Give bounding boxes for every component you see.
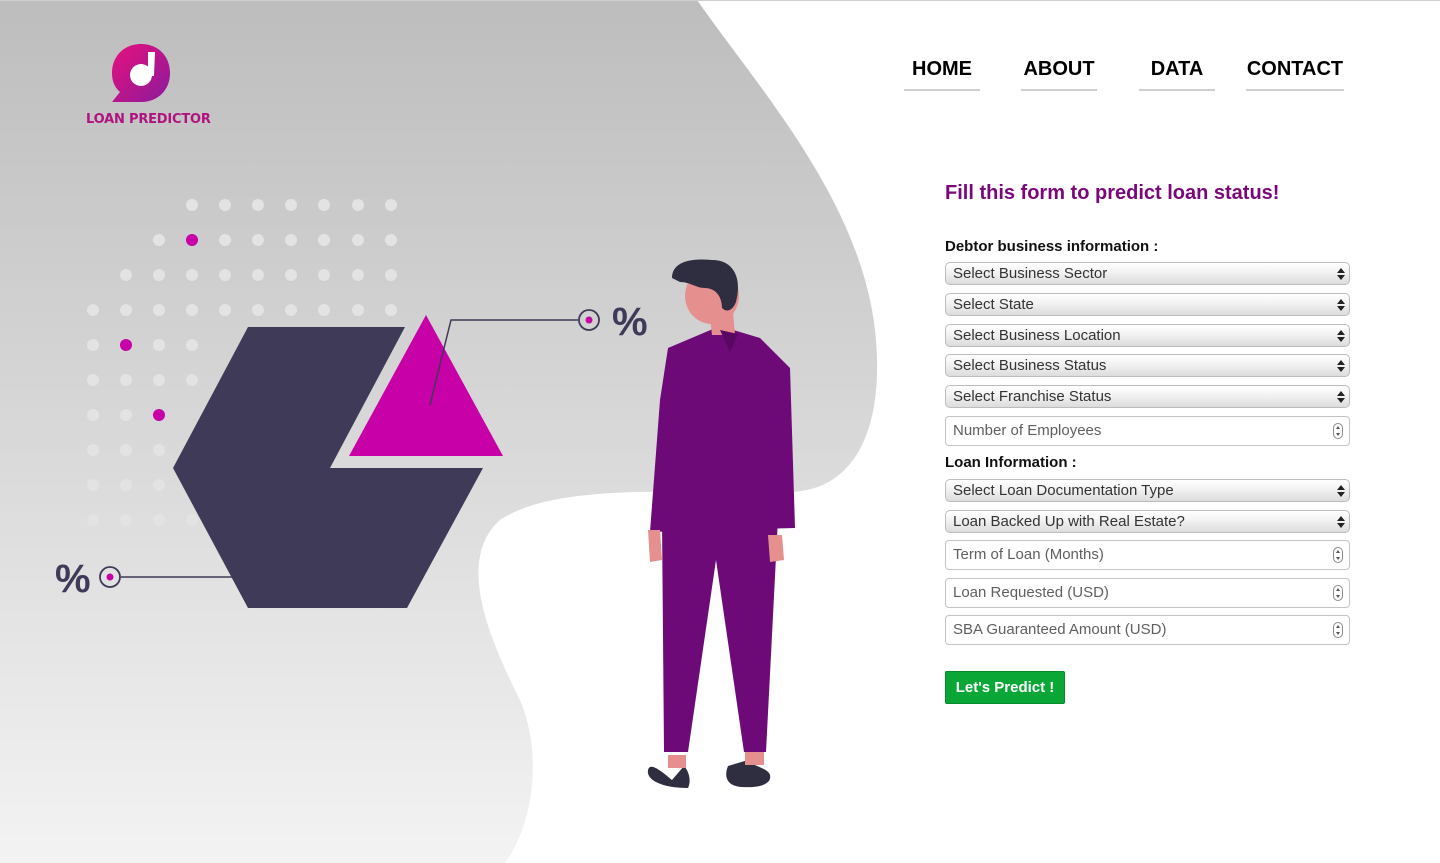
franchise-status-value: Select Franchise Status — [953, 388, 1112, 405]
select-arrows-icon — [1337, 482, 1345, 500]
select-arrows-icon — [1337, 357, 1345, 375]
select-arrows-icon — [1337, 265, 1345, 283]
spinner-icon[interactable] — [1333, 585, 1343, 601]
logo-icon — [112, 44, 170, 102]
sba-guaranteed-input[interactable]: SBA Guaranteed Amount (USD) — [945, 615, 1350, 645]
state-value: Select State — [953, 296, 1034, 313]
business-status-value: Select Business Status — [953, 357, 1107, 374]
state-select[interactable]: Select State — [945, 293, 1350, 316]
select-arrows-icon — [1337, 388, 1345, 406]
loan-requested-placeholder: Loan Requested (USD) — [953, 584, 1109, 601]
loan-doc-type-value: Select Loan Documentation Type — [953, 482, 1174, 499]
spinner-icon[interactable] — [1333, 423, 1343, 439]
employees-input[interactable]: Number of Employees — [945, 416, 1350, 446]
loan-requested-input[interactable]: Loan Requested (USD) — [945, 578, 1350, 608]
spinner-icon[interactable] — [1333, 622, 1343, 638]
real-estate-value: Loan Backed Up with Real Estate? — [953, 513, 1185, 530]
debtor-section-label: Debtor business information : — [945, 238, 1159, 255]
business-sector-select[interactable]: Select Business Sector — [945, 262, 1350, 285]
logo-text: LOAN PREDICTOR — [86, 112, 211, 127]
franchise-status-select[interactable]: Select Franchise Status — [945, 385, 1350, 408]
top-border — [0, 0, 1440, 1]
business-location-value: Select Business Location — [953, 327, 1121, 344]
term-placeholder: Term of Loan (Months) — [953, 546, 1104, 563]
spinner-icon[interactable] — [1333, 547, 1343, 563]
nav-home[interactable]: HOME — [904, 58, 980, 91]
nav-data[interactable]: DATA — [1139, 58, 1215, 91]
loan-section-label: Loan Information : — [945, 454, 1077, 471]
select-arrows-icon — [1337, 327, 1345, 345]
real-estate-select[interactable]: Loan Backed Up with Real Estate? — [945, 510, 1350, 533]
form-title: Fill this form to predict loan status! — [945, 182, 1280, 204]
business-status-select[interactable]: Select Business Status — [945, 354, 1350, 377]
percent-left: % — [55, 557, 91, 601]
logo[interactable]: LOAN PREDICTOR — [84, 42, 211, 132]
predict-button[interactable]: Let's Predict ! — [945, 671, 1065, 704]
select-arrows-icon — [1337, 296, 1345, 314]
term-input[interactable]: Term of Loan (Months) — [945, 540, 1350, 570]
business-location-select[interactable]: Select Business Location — [945, 324, 1350, 347]
nav-about[interactable]: ABOUT — [1021, 58, 1097, 91]
select-arrows-icon — [1337, 513, 1345, 531]
loan-doc-type-select[interactable]: Select Loan Documentation Type — [945, 479, 1350, 502]
nav-contact[interactable]: CONTACT — [1246, 58, 1344, 91]
employees-placeholder: Number of Employees — [953, 422, 1102, 439]
business-sector-value: Select Business Sector — [953, 265, 1108, 282]
percent-right: % — [612, 300, 648, 344]
sba-guaranteed-placeholder: SBA Guaranteed Amount (USD) — [953, 621, 1167, 638]
